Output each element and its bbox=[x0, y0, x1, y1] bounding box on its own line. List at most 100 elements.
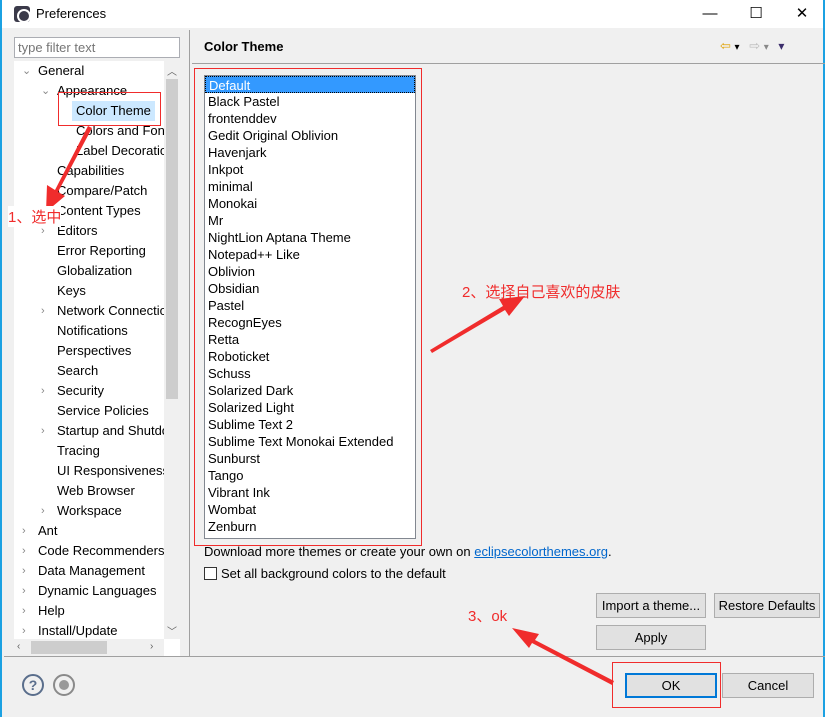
tree-item-label: Startup and Shutdown bbox=[57, 423, 180, 438]
theme-item[interactable]: frontenddev bbox=[205, 110, 415, 127]
eclipsecolorthemes-link[interactable]: eclipsecolorthemes.org bbox=[474, 544, 608, 559]
chevron-right-icon[interactable]: › bbox=[22, 521, 26, 541]
theme-item[interactable]: Havenjark bbox=[205, 144, 415, 161]
tree-item[interactable]: UI Responsiveness bbox=[57, 461, 169, 481]
theme-item[interactable]: Oblivion bbox=[205, 263, 415, 280]
scroll-thumb[interactable] bbox=[31, 641, 107, 654]
tree-vertical-scrollbar[interactable]: ︿ ﹀ bbox=[164, 61, 180, 639]
tree-item[interactable]: Color Theme bbox=[72, 101, 155, 121]
tree-item[interactable]: Globalization bbox=[57, 261, 132, 281]
import-export-icon[interactable] bbox=[53, 674, 75, 696]
theme-item[interactable]: Solarized Light bbox=[205, 399, 415, 416]
import-theme-button[interactable]: Import a theme... bbox=[596, 593, 706, 618]
cancel-button[interactable]: Cancel bbox=[722, 673, 814, 698]
chevron-right-icon[interactable]: › bbox=[41, 501, 45, 521]
chevron-right-icon[interactable]: › bbox=[22, 581, 26, 601]
chevron-right-icon[interactable]: › bbox=[22, 541, 26, 561]
theme-item[interactable]: Mr bbox=[205, 212, 415, 229]
tree-item[interactable]: Error Reporting bbox=[57, 241, 146, 261]
theme-item[interactable]: Pastel bbox=[205, 297, 415, 314]
theme-item[interactable]: Zenburn bbox=[205, 518, 415, 535]
tree-item[interactable]: › Startup and Shutdown bbox=[41, 421, 180, 441]
theme-item[interactable]: Solarized Dark bbox=[205, 382, 415, 399]
tree-item[interactable]: ⌄ General bbox=[22, 61, 85, 81]
tree-item[interactable]: › Network Connections bbox=[41, 301, 180, 321]
theme-item[interactable]: Wombat bbox=[205, 501, 415, 518]
restore-defaults-button[interactable]: Restore Defaults bbox=[714, 593, 820, 618]
tree-item[interactable]: Content Types bbox=[57, 201, 141, 221]
theme-item[interactable]: Monokai bbox=[205, 195, 415, 212]
tree-item[interactable]: Notifications bbox=[57, 321, 128, 341]
tree-item[interactable]: Web Browser bbox=[57, 481, 135, 501]
tree-item[interactable]: Capabilities bbox=[57, 161, 124, 181]
default-bg-checkbox-row[interactable]: Set all background colors to the default bbox=[204, 566, 446, 581]
tree-item[interactable]: Colors and Fonts bbox=[76, 121, 175, 141]
tree-item-label: Workspace bbox=[57, 503, 122, 518]
chevron-right-icon[interactable]: › bbox=[22, 621, 26, 641]
filter-input[interactable] bbox=[14, 37, 180, 58]
back-menu-icon[interactable]: ▾ bbox=[735, 42, 740, 53]
maximize-button[interactable]: ☐ bbox=[733, 0, 779, 28]
tree-item[interactable]: › Data Management bbox=[22, 561, 145, 581]
theme-item[interactable]: Tango bbox=[205, 467, 415, 484]
tree-item[interactable]: Keys bbox=[57, 281, 86, 301]
tree-item[interactable]: Service Policies bbox=[57, 401, 149, 421]
tree-item[interactable]: › Help bbox=[22, 601, 65, 621]
theme-item[interactable]: NightLion Aptana Theme bbox=[205, 229, 415, 246]
theme-item[interactable]: Sublime Text 2 bbox=[205, 416, 415, 433]
chevron-right-icon[interactable]: › bbox=[41, 301, 45, 321]
chevron-right-icon[interactable]: › bbox=[22, 601, 26, 621]
theme-item[interactable]: Black Pastel bbox=[205, 93, 415, 110]
ok-button[interactable]: OK bbox=[625, 673, 717, 698]
theme-item[interactable]: RecognEyes bbox=[205, 314, 415, 331]
scroll-down-icon[interactable]: ﹀ bbox=[167, 623, 177, 638]
tree-item[interactable]: › Security bbox=[41, 381, 104, 401]
tree-item[interactable]: › Editors bbox=[41, 221, 97, 241]
forward-icon[interactable]: ⇨ bbox=[749, 38, 760, 53]
scroll-up-icon[interactable]: ︿ bbox=[167, 63, 177, 78]
tree-item-label: General bbox=[38, 63, 85, 78]
theme-item[interactable]: Schuss bbox=[205, 365, 415, 382]
theme-item[interactable]: minimal bbox=[205, 178, 415, 195]
view-menu-icon[interactable]: ▾ bbox=[778, 39, 784, 53]
chevron-right-icon[interactable]: › bbox=[22, 561, 26, 581]
theme-item[interactable]: Vibrant Ink bbox=[205, 484, 415, 501]
theme-item[interactable]: Gedit Original Oblivion bbox=[205, 127, 415, 144]
theme-item[interactable]: Sunburst bbox=[205, 450, 415, 467]
scroll-left-icon[interactable]: ‹ bbox=[17, 641, 20, 652]
theme-item[interactable]: Roboticket bbox=[205, 348, 415, 365]
tree-item[interactable]: › Code Recommenders bbox=[22, 541, 164, 561]
tree-item[interactable]: › Workspace bbox=[41, 501, 122, 521]
default-bg-checkbox[interactable] bbox=[204, 567, 217, 580]
tree-item[interactable]: › Install/Update bbox=[22, 621, 118, 641]
theme-item[interactable]: Obsidian bbox=[205, 280, 415, 297]
preferences-window: Preferences — ☐ ✕ ⌄ General ⌄ Appearance Col… bbox=[0, 0, 825, 717]
tree-item[interactable]: Tracing bbox=[57, 441, 100, 461]
tree-item[interactable]: Compare/Patch bbox=[57, 181, 147, 201]
minimize-button[interactable]: — bbox=[687, 0, 733, 28]
theme-list[interactable]: Default Black Pastel frontenddev Gedit Orig… bbox=[204, 75, 416, 539]
tree-item[interactable]: › Ant bbox=[22, 521, 58, 541]
theme-item[interactable]: Notepad++ Like bbox=[205, 246, 415, 263]
close-button[interactable]: ✕ bbox=[779, 0, 825, 28]
scroll-right-icon[interactable]: › bbox=[150, 641, 153, 652]
theme-item[interactable]: Inkpot bbox=[205, 161, 415, 178]
tree-item[interactable]: Search bbox=[57, 361, 98, 381]
chevron-right-icon[interactable]: › bbox=[41, 381, 45, 401]
scroll-thumb[interactable] bbox=[166, 79, 178, 399]
tree-item[interactable]: Perspectives bbox=[57, 341, 131, 361]
theme-item[interactable]: Sublime Text Monokai Extended bbox=[205, 433, 415, 450]
chevron-down-icon[interactable]: ⌄ bbox=[22, 61, 31, 81]
chevron-right-icon[interactable]: › bbox=[41, 421, 45, 441]
chevron-down-icon[interactable]: ⌄ bbox=[41, 81, 50, 101]
help-icon[interactable]: ? bbox=[22, 674, 44, 696]
theme-item[interactable]: Retta bbox=[205, 331, 415, 348]
theme-item[interactable]: Default bbox=[205, 76, 415, 93]
tree-horizontal-scrollbar[interactable]: ‹ › bbox=[14, 639, 164, 656]
forward-menu-icon[interactable]: ▾ bbox=[764, 42, 769, 53]
pane-divider[interactable] bbox=[189, 30, 190, 656]
apply-button[interactable]: Apply bbox=[596, 625, 706, 650]
back-icon[interactable]: ⇦ bbox=[720, 38, 731, 53]
tree-item[interactable]: › Dynamic Languages bbox=[22, 581, 157, 601]
tree-item[interactable]: ⌄ Appearance bbox=[41, 81, 127, 101]
